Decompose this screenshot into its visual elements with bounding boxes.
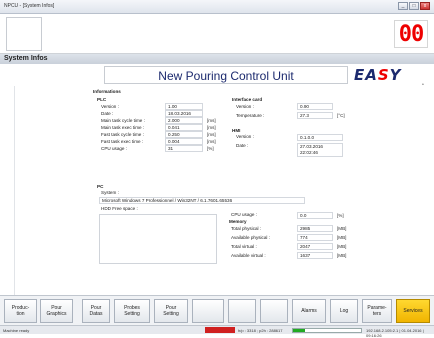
maximize-button[interactable]: □ (409, 2, 419, 10)
pc-cpu-label: CPU usage : (231, 212, 258, 217)
nav-button-empty-7[interactable] (260, 299, 288, 323)
hmi-date-label: Date : (236, 143, 249, 148)
system-info-content: Informations PLC Version : 1.00 Date : 18.0… (14, 86, 434, 295)
memory-row-unit: [MB] (337, 235, 347, 240)
interface-card-row-value: 27.3 (297, 112, 333, 119)
plc-row-label: Main task cycle time : (101, 118, 145, 123)
nav-button-services[interactable]: Services (396, 299, 430, 323)
memory-row-label: Available virtual : (231, 253, 266, 258)
interface-card-title: Interface card (232, 97, 263, 102)
plc-row-label: Main task exec time : (101, 125, 145, 130)
plc-row-unit: [ms] (207, 132, 216, 137)
plc-row-value: 0.004 (165, 138, 203, 145)
plc-row-value: 31 (165, 145, 203, 152)
pc-cpu-value: 0.0 (297, 212, 333, 219)
hdd-free-space-area (99, 214, 217, 264)
hdd-label: HDD Free space : (101, 206, 138, 211)
plc-row-label: Date : (101, 111, 114, 116)
plc-row-unit: [ms] (207, 118, 216, 123)
nav-button-pour-datas[interactable]: Pour Datas (82, 299, 110, 323)
memory-row-value: 2047 (297, 243, 333, 250)
status-progress-bar (292, 328, 362, 333)
header-panel: New Pouring Control Unit EASY a (14, 64, 434, 86)
nav-button-log[interactable]: Log (330, 299, 358, 323)
logo-text-accent: S (377, 66, 390, 84)
hmi-date-value: 27.03.2016 22:02:46 (297, 143, 343, 157)
interface-card-row-unit: [°C] (337, 113, 345, 118)
nav-button-alarms[interactable]: Alarms (292, 299, 326, 323)
informations-title: Informations (93, 89, 121, 94)
plc-row-label: Version : (101, 104, 119, 109)
status-alert-indicator (205, 327, 235, 333)
nav-button-produc-tion[interactable]: Produc- tion (4, 299, 37, 323)
status-text: Machine ready (3, 328, 30, 333)
window-titlebar: NPCU - [System Infos] _ □ x (0, 0, 434, 14)
pc-system-value: Microsoft Windows 7 Professionnel / Win3… (99, 197, 305, 204)
memory-row-label: Total physical : (231, 226, 262, 231)
memory-row-unit: [MB] (337, 226, 347, 231)
plc-row-label: Fast task cycle time : (101, 132, 144, 137)
customer-logo-placeholder (6, 17, 42, 51)
plc-row-value: 0.250 (165, 131, 203, 138)
bottom-nav-bar: Produc- tion Pour Graphics Pour Datas Probe… (0, 295, 434, 325)
nav-button-pour-graphics[interactable]: Pour Graphics (40, 299, 73, 323)
nav-button-pour-setting[interactable]: Pour Setting (154, 299, 188, 323)
hmi-time: 22:02:46 (300, 149, 318, 155)
hmi-version-value: 0.1.0.0 (297, 134, 343, 141)
nav-button-empty-6[interactable] (228, 299, 256, 323)
memory-row-unit: [MB] (337, 253, 347, 258)
status-connection-datetime: 192.168.2.105:2.1 | 01.04.2016 | 09:16:2… (366, 328, 424, 338)
plc-row-label: CPU usage : (101, 146, 128, 151)
logo-text-start: EA (354, 66, 378, 84)
interface-card-row-label: Temperature : (236, 113, 265, 118)
interface-card-row-label: Version : (236, 104, 254, 109)
plc-row-label: Fast task exec time : (101, 139, 144, 144)
memory-row-label: Available physical : (231, 235, 270, 240)
window-controls: _ □ x (398, 2, 430, 10)
interface-card-row-value: 0.90 (297, 103, 333, 110)
header-title: New Pouring Control Unit (158, 69, 294, 83)
status-progress-fill (293, 329, 306, 332)
pc-title: PC (97, 184, 104, 189)
hmi-title: HMI (232, 128, 241, 133)
memory-row-label: Total virtual : (231, 244, 257, 249)
status-bar: Machine ready h/p : 3318 ; p2h : 288617 … (0, 325, 434, 338)
minimize-button[interactable]: _ (398, 2, 408, 10)
easy-logo: EASY (354, 66, 428, 84)
status-info: h/p : 3318 ; p2h : 288617 (238, 328, 283, 333)
pc-cpu-unit: [%] (337, 213, 344, 218)
top-bar: 00 (0, 14, 434, 54)
hmi-version-label: Version : (236, 134, 254, 139)
plc-row-value: 18.03.2016 (165, 110, 203, 117)
nav-button-probes-setting[interactable]: Probes Setting (114, 299, 150, 323)
window-title: NPCU - [System Infos] (4, 3, 55, 9)
memory-row-value: 2985 (297, 225, 333, 232)
status-counter: 00 (394, 20, 428, 48)
header-title-box: New Pouring Control Unit (104, 66, 348, 84)
plc-row-value: 2.000 (165, 117, 203, 124)
memory-row-unit: [MB] (337, 244, 347, 249)
page-title: System Infos (4, 55, 48, 62)
plc-title: PLC (97, 97, 107, 102)
logo-text-end: Y (389, 66, 402, 84)
memory-row-value: 774 (297, 234, 333, 241)
close-button[interactable]: x (420, 2, 430, 10)
plc-row-unit: [%] (207, 146, 214, 151)
plc-row-value: 1.00 (165, 103, 203, 110)
pc-system-label: System : (101, 190, 119, 195)
plc-row-unit: [ms] (207, 125, 216, 130)
nav-button-empty-5[interactable] (192, 299, 224, 323)
memory-title: Memory (229, 219, 247, 224)
section-header: System Infos (0, 54, 434, 64)
plc-row-unit: [ms] (207, 139, 216, 144)
memory-row-value: 1637 (297, 252, 333, 259)
plc-row-value: 0.041 (165, 124, 203, 131)
nav-button-parame-ters[interactable]: Parame- ters (362, 299, 392, 323)
